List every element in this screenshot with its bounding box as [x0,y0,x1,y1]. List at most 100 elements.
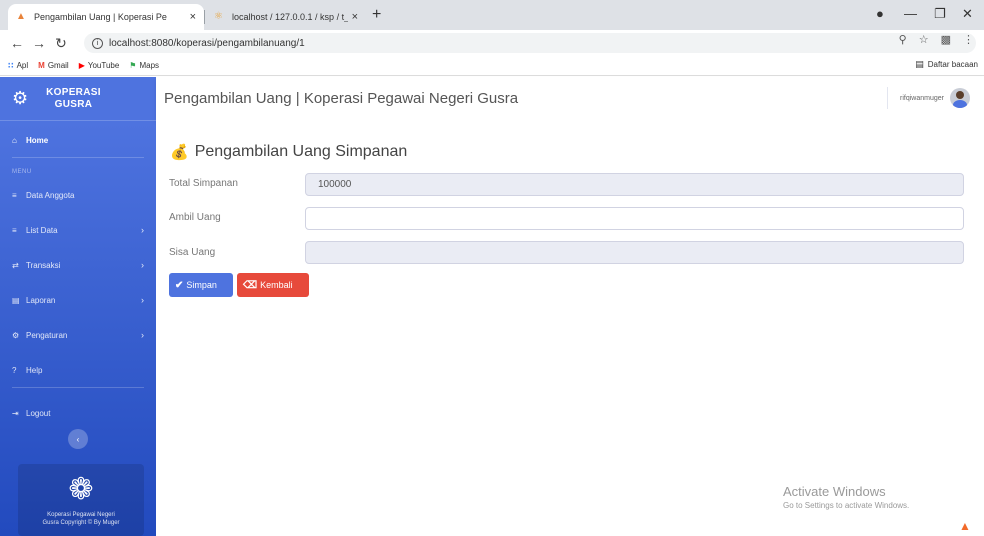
chevron-left-icon: ‹ [76,434,80,444]
bookmark-maps[interactable]: ⚑ Maps [129,61,159,70]
maps-icon: ⚑ [129,61,137,70]
sidebar-item-laporan[interactable]: ▤ Laporan › [0,290,156,310]
topbar-divider [887,87,889,109]
youtube-icon: ▶ [78,61,85,70]
sidebar-item-help[interactable]: ? Help [0,360,156,380]
tab-title: localhost / 127.0.0.1 / ksp / t_tar [232,12,348,22]
windows-activation-watermark: Activate Windows Go to Settings to activ… [783,484,909,510]
sidebar-item-label: Data Anggota [26,190,75,200]
sidebar-footer-card: ❁ Koperasi Pegawai Negeri Gusra Copyrigh… [18,464,144,536]
exchange-icon: ⇄ [12,260,19,270]
sidebar-footer-text: Koperasi Pegawai Negeri Gusra Copyright … [18,511,144,527]
bookmark-star-icon[interactable]: ☆ [919,33,929,46]
bookmark-apps[interactable]: ∷ Apl [8,61,28,70]
form-heading: 💰 Pengambilan Uang Simpanan [170,143,407,161]
flame-icon[interactable]: ▲ [956,519,974,536]
sidebar-brand[interactable]: ⚙ KOPERASI GUSRA [0,77,156,121]
back-button[interactable]: ⌫ Kembali [237,273,309,297]
brand-line2: GUSRA [54,98,93,110]
sidebar-item-pengaturan[interactable]: ⚙ Pengaturan › [0,325,156,345]
total-simpanan-input [305,173,964,196]
bookmark-label: YouTube [87,61,120,70]
sidebar-toggle-button[interactable]: ‹ [68,429,88,449]
username: rifqiwanmuger [900,94,944,102]
sidebar-item-data-anggota[interactable]: ≡ Data Anggota [0,185,156,205]
sidebar-item-home[interactable]: ⌂ Home [0,130,156,150]
settings-icon: ⚙ [12,330,20,340]
ambil-uang-input[interactable] [305,207,964,230]
logout-icon: ⇥ [12,408,19,418]
bookmark-youtube[interactable]: ▶ YouTube [79,61,120,70]
sisa-uang-label: Sisa Uang [169,247,216,258]
bookmark-label: Gmail [47,61,69,70]
page-title: Pengambilan Uang | Koperasi Pegawai Nege… [164,90,519,107]
topbar: Pengambilan Uang | Koperasi Pegawai Nege… [156,77,984,121]
list-icon: ≡ [12,225,17,235]
save-button-label: Simpan [186,280,217,290]
chart-bar-icon: ▤ [12,295,20,305]
sidebar-item-label: Pengaturan [26,330,68,340]
hand-holding-money-icon: 💰 [170,144,189,161]
new-tab-button[interactable]: + [372,6,381,24]
window-close-icon[interactable]: ✕ [962,6,973,22]
forward-arrow-icon[interactable]: → [28,35,50,51]
reading-list-button[interactable]: ▤ Daftar bacaan [915,59,978,70]
bookmark-gmail[interactable]: M Gmail [38,61,69,70]
sidebar-item-label: Home [26,135,49,145]
question-icon: ? [12,365,17,375]
browser-tab-inactive[interactable]: ⚛ localhost / 127.0.0.1 / ksp / t_tar × [206,4,366,30]
tab-title: Pengambilan Uang | Koperasi Pe [34,12,167,22]
chevron-right-icon: › [141,260,144,270]
save-button[interactable]: ✔ Simpan [169,273,233,297]
ambil-uang-label: Ambil Uang [169,212,221,223]
gear-icon: ⚙ [12,88,29,108]
phpmyadmin-favicon-icon: ⚛ [214,11,223,22]
sidebar-item-list-data[interactable]: ≡ List Data › [0,220,156,240]
sidebar-item-label: List Data [26,225,58,235]
sidebar-item-transaksi[interactable]: ⇄ Transaksi › [0,255,156,275]
sidebar-item-label: Transaksi [26,260,61,270]
gmail-icon: M [38,61,45,70]
chevron-right-icon: › [141,225,144,235]
tab-close-icon[interactable]: × [190,11,196,23]
reading-list-label: Daftar bacaan [927,60,978,69]
watermark-line1: Activate Windows [783,484,886,499]
main-content: 💰 Pengambilan Uang Simpanan Total Simpan… [156,121,984,536]
brand-line1: KOPERASI [46,86,101,98]
home-icon: ⌂ [12,135,17,145]
address-bar-row: ← → ↻ i localhost:8080/koperasi/pengambi… [0,30,984,56]
bookmark-label: Apl [16,61,29,70]
url-text: localhost:8080/koperasi/pengambilanuang/… [109,37,305,49]
browser-tab-active[interactable]: ▲ Pengambilan Uang | Koperasi Pe × [8,4,204,30]
chevron-right-icon: › [141,295,144,305]
sidebar-divider [12,387,144,388]
info-icon[interactable]: i [92,37,103,49]
sidebar-item-label: Logout [26,408,51,418]
back-arrow-icon[interactable]: ← [6,35,28,51]
back-button-label: Kembali [260,280,293,290]
check-icon: ✔ [175,279,184,291]
sidebar-item-label: Laporan [26,295,56,305]
total-simpanan-label: Total Simpanan [169,178,238,189]
tab-close-icon[interactable]: × [352,11,358,23]
menu-kebab-icon[interactable]: ⋮ [963,33,974,46]
url-input[interactable]: i localhost:8080/koperasi/pengambilanuan… [84,33,976,53]
user-dropdown[interactable]: rifqiwanmuger [887,87,970,109]
extension-icon[interactable]: ▩ [941,33,951,46]
chevron-right-icon: › [141,330,144,340]
browser-tab-bar: ▲ Pengambilan Uang | Koperasi Pe × ⚛ loc… [0,0,984,30]
profile-icon[interactable]: ● [876,6,884,21]
zoom-icon[interactable]: ⚲ [899,33,907,46]
list-icon: ≡ [12,190,17,200]
minimize-icon[interactable]: — [904,6,917,21]
sidebar-item-logout[interactable]: ⇥ Logout [0,403,156,423]
footer-line1: Koperasi Pegawai Negeri [47,512,115,518]
footer-line2: Gusra Copyright © By Muger [42,520,120,526]
maximize-icon[interactable]: ❐ [934,6,946,22]
avatar [950,88,970,108]
reload-icon[interactable]: ↻ [50,35,72,52]
sidebar-heading-menu: MENU [12,169,32,175]
sidebar-divider [12,157,144,158]
omnibox-actions: ⚲ ☆ ▩ ⋮ [899,33,974,46]
sidebar: ⚙ KOPERASI GUSRA ⌂ Home MENU ≡ Data Angg… [0,77,156,536]
